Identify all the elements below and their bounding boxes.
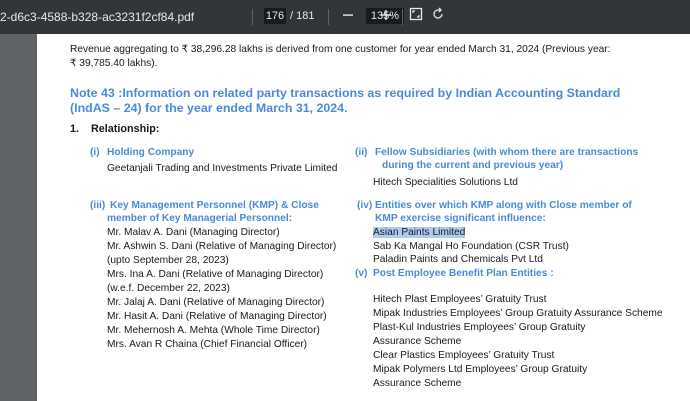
list-item: Hitech Specialities Solutions Ltd (373, 177, 518, 188)
note-heading: (IndAS – 24) for the year ended March 31… (70, 101, 348, 115)
list-item-highlighted: Asian Paints Limited (373, 227, 466, 238)
toolbar-divider (402, 9, 403, 25)
list-item: Mr. Ashwin S. Dani (Relative of Managing… (107, 241, 337, 252)
page-number-input[interactable]: 176 (264, 8, 286, 24)
zoom-in-button[interactable] (376, 7, 396, 27)
fit-page-button[interactable] (406, 7, 426, 27)
pdf-toolbar: 2-d6c3-4588-b328-ac3231f2cf84.pdf 176 / … (0, 0, 690, 34)
revenue-text: ₹ 39,785.40 lakhs). (70, 58, 158, 69)
subsection-title: during the current and previous year) (382, 160, 564, 171)
file-name: 2-d6c3-4588-b328-ac3231f2cf84.pdf (0, 10, 195, 24)
toolbar-divider (252, 9, 253, 25)
list-item: Geetanjali Trading and Investments Priva… (107, 163, 338, 174)
list-item: Mrs. Ina A. Dani (Relative of Managing D… (107, 269, 324, 280)
subsection-number: (v) (355, 268, 368, 279)
subsection-title: Key Management Personnel (KMP) & Close (110, 200, 319, 211)
list-item: Sab Ka Mangal Ho Foundation (CSR Trust) (373, 241, 569, 252)
list-item: Clear Plastics Employees’ Gratuity Trust (373, 350, 555, 361)
fit-page-icon (409, 7, 423, 21)
list-item: Plast-Kul Industries Employees’ Group Gr… (373, 322, 586, 333)
list-item: Mr. Malav A. Dani (Managing Director) (107, 227, 280, 238)
list-item: Assurance Scheme (373, 336, 462, 347)
list-item: Mrs. Avan R Chaina (Chief Financial Offi… (107, 339, 308, 350)
zoom-out-button[interactable] (338, 7, 358, 27)
revenue-text: Revenue aggregating to ₹ 38,296.28 lakhs… (70, 44, 611, 55)
minus-icon (343, 14, 353, 16)
subsection-title: Fellow Subsidiaries (with whom there are… (375, 147, 639, 158)
toolbar-divider (328, 9, 329, 25)
rotate-icon (433, 7, 443, 19)
list-item: (w.e.f. December 22, 2023) (107, 283, 230, 294)
list-item: Paladin Paints and Chemicals Pvt Ltd (373, 254, 543, 265)
note-heading: Note 43 :Information on related party tr… (70, 86, 621, 100)
list-item: Mr. Hasit A. Dani (Relative of Managing … (107, 311, 327, 322)
subsection-title: member of Key Managerial Personnel: (107, 213, 293, 224)
subsection-number: (iv) (357, 200, 373, 211)
list-item: Mr. Mehernosh A. Mehta (Whole Time Direc… (107, 325, 320, 336)
subsection-title: Holding Company (107, 147, 195, 158)
subsection-number: (i) (90, 147, 100, 158)
section-title: Relationship: (91, 123, 160, 135)
list-item: Mr. Jalaj A. Dani (Relative of Managing … (107, 297, 325, 308)
list-item: Assurance Scheme (373, 378, 462, 389)
list-item: (upto September 28, 2023) (107, 255, 229, 266)
subsection-title: Post Employee Benefit Plan Entities : (373, 268, 554, 279)
page-total: / 181 (290, 10, 315, 22)
rotate-button[interactable] (428, 7, 448, 27)
list-item: Mipak Polymers Ltd Employees’ Group Grat… (373, 364, 588, 375)
list-item: Hitech Plast Employees’ Gratuity Trust (373, 294, 547, 305)
subsection-number: (ii) (355, 147, 368, 158)
pdf-page: Revenue aggregating to ₹ 38,296.28 lakhs… (37, 34, 690, 401)
plus-icon (381, 10, 391, 20)
list-item: Mipak Industries Employees’ Group Gratui… (373, 308, 663, 319)
subsection-number: (iii) (90, 200, 106, 211)
subsection-title: KMP exercise significant influence: (375, 213, 546, 224)
section-number: 1. (70, 123, 80, 135)
subsection-title: Entities over which KMP along with Close… (375, 200, 632, 211)
